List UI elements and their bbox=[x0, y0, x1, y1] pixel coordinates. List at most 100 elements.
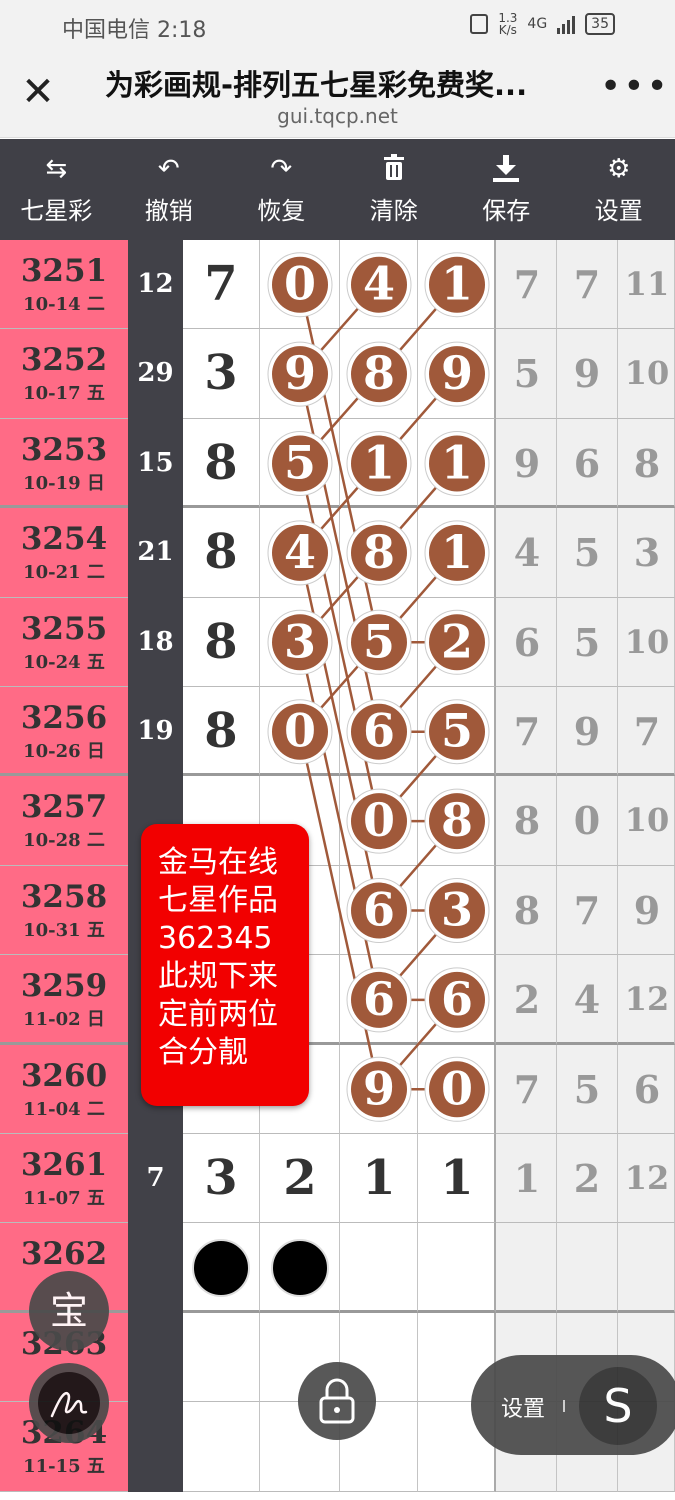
grid-cell[interactable] bbox=[260, 508, 340, 598]
battery-icon: 35 bbox=[585, 13, 615, 35]
tail-value: 7 bbox=[513, 709, 541, 754]
issue-cell: 3257 10-28 二 bbox=[0, 776, 128, 866]
table-row[interactable]: 3252 10-17 五 29 3 5 9 10 bbox=[0, 329, 675, 419]
signal-icon bbox=[557, 14, 576, 34]
table-row[interactable]: 3260 11-04 二 756 bbox=[0, 1044, 675, 1134]
tail-value: 2 bbox=[573, 1156, 601, 1201]
table-row[interactable]: 3251 10-14 二 12 7 7 7 11 bbox=[0, 240, 675, 330]
table-row[interactable]: 3254 10-21 二 21 8 4 5 3 bbox=[0, 508, 675, 598]
grid-cell[interactable] bbox=[418, 687, 496, 777]
grid-cell[interactable] bbox=[418, 240, 496, 330]
s-button[interactable]: S bbox=[579, 1367, 657, 1445]
tail-value: 5 bbox=[573, 530, 601, 576]
table-row[interactable]: 3258 10-31 五 879 bbox=[0, 865, 675, 956]
undo-button[interactable]: ↶ 撤销 bbox=[113, 139, 226, 240]
tail-value: 6 bbox=[573, 440, 601, 486]
grid-cell[interactable] bbox=[260, 418, 340, 509]
tail-value: 4 bbox=[513, 530, 541, 576]
network-speed: 1.3 K/s bbox=[498, 12, 517, 36]
sum-cell: 19 bbox=[128, 687, 183, 777]
save-button[interactable]: 保存 bbox=[450, 139, 563, 240]
tail-value: 4 bbox=[573, 977, 601, 1023]
grid-cell[interactable] bbox=[260, 240, 340, 330]
tail-value: 8 bbox=[513, 887, 541, 933]
save-label: 保存 bbox=[482, 197, 531, 225]
tail-value: 1 bbox=[513, 1156, 541, 1201]
grid-cell[interactable] bbox=[340, 418, 418, 509]
redo-icon: ↷ bbox=[270, 154, 293, 184]
table-row[interactable]: 3261 11-07 五 7 3 2 1 1 1 2 12 bbox=[0, 1134, 675, 1224]
grid-cell[interactable] bbox=[340, 776, 418, 866]
grid-cell[interactable] bbox=[260, 329, 340, 419]
grid-cell[interactable] bbox=[418, 329, 496, 419]
table-row[interactable]: 3255 10-24 五 18 8 6 5 10 bbox=[0, 597, 675, 687]
grid-cell[interactable] bbox=[340, 329, 418, 419]
selected-dot[interactable] bbox=[192, 1239, 250, 1298]
grid-cell[interactable] bbox=[260, 597, 340, 687]
grid-cell[interactable] bbox=[340, 687, 418, 777]
tail-value bbox=[497, 1223, 557, 1312]
table-row[interactable]: 3257 10-28 二 8 0 10 bbox=[0, 776, 675, 866]
sum-cell: 15 bbox=[128, 418, 183, 509]
grid-cell[interactable] bbox=[340, 508, 418, 598]
floating-settings-label[interactable]: 设置 bbox=[501, 1391, 545, 1423]
carrier-time: 中国电信 2:18 bbox=[62, 18, 207, 43]
grid-cell[interactable] bbox=[418, 865, 496, 956]
clear-button[interactable]: 清除 bbox=[338, 139, 451, 240]
issue-number: 3252 bbox=[20, 342, 108, 379]
digit-value: 8 bbox=[204, 703, 238, 759]
grid-cell[interactable] bbox=[418, 776, 496, 866]
grid-cell[interactable] bbox=[340, 865, 418, 956]
grid-cell[interactable] bbox=[340, 955, 418, 1045]
lock-button[interactable] bbox=[298, 1362, 376, 1440]
grid-cell[interactable] bbox=[183, 1402, 260, 1492]
grid-cell[interactable] bbox=[340, 1044, 418, 1134]
status-bar: 中国电信 2:18 1.3 K/s 4G 35 bbox=[0, 0, 675, 50]
tail-value: 8 bbox=[513, 798, 541, 844]
title-bar: ✕ 为彩画规-排列五七星彩免费奖... gui.tqcp.net ••• bbox=[0, 50, 675, 138]
grid-cell[interactable] bbox=[418, 508, 496, 598]
more-icon[interactable]: ••• bbox=[600, 69, 668, 112]
grid-cell[interactable] bbox=[418, 1223, 496, 1313]
grid-cell[interactable] bbox=[183, 1312, 260, 1403]
table-row[interactable]: 3259 11-02 日 2 4 12 bbox=[0, 955, 675, 1045]
issue-cell: 3255 10-24 五 bbox=[0, 597, 128, 687]
table-row[interactable]: 3253 10-19 日 15 8 9 6 8 bbox=[0, 418, 675, 509]
grid-cell[interactable] bbox=[418, 597, 496, 687]
treasure-button[interactable]: 宝 bbox=[29, 1271, 109, 1351]
selected-dot[interactable] bbox=[271, 1239, 329, 1298]
issue-cell: 3259 11-02 日 bbox=[0, 955, 128, 1045]
grid-cell[interactable] bbox=[418, 418, 496, 509]
redo-button[interactable]: ↷ 恢复 bbox=[225, 139, 338, 240]
grid-cell[interactable] bbox=[260, 687, 340, 777]
issue-number: 3258 bbox=[20, 878, 108, 915]
tail-value: 7 bbox=[573, 887, 601, 933]
sum-cell: 7 bbox=[128, 1134, 183, 1224]
settings-button[interactable]: ⚙ 设置 bbox=[563, 139, 675, 240]
table-row[interactable]: 3256 10-26 日 19 8 7 9 7 bbox=[0, 687, 675, 777]
sum-cell: 29 bbox=[128, 329, 183, 419]
note-line: 金马在线 bbox=[158, 845, 278, 880]
grid-cell[interactable] bbox=[418, 1044, 496, 1134]
issue-date: 10-26 日 bbox=[23, 741, 105, 762]
grid-cell[interactable] bbox=[340, 597, 418, 687]
issue-date: 10-17 五 bbox=[23, 383, 105, 405]
tail-value: 7 bbox=[633, 709, 661, 754]
tail-value: 5 bbox=[513, 351, 541, 397]
lock-icon bbox=[319, 1378, 355, 1424]
sum-cell: 12 bbox=[128, 240, 183, 330]
grid-cell[interactable] bbox=[418, 955, 496, 1045]
digit-value: 3 bbox=[204, 345, 238, 402]
tail-value: 11 bbox=[624, 265, 670, 303]
issue-date: 11-15 五 bbox=[23, 1456, 105, 1478]
grid-cell[interactable] bbox=[340, 240, 418, 330]
signature-button[interactable] bbox=[29, 1363, 109, 1443]
signature-icon bbox=[38, 1372, 100, 1434]
tail-value bbox=[617, 1223, 675, 1312]
tail-value: 9 bbox=[573, 351, 601, 397]
lottery-switch-button[interactable]: ⇆ 七星彩 bbox=[0, 139, 113, 240]
annotation-note[interactable]: 金马在线 七星作品 362345 此规下来 定前两位 合分靓 bbox=[141, 824, 309, 1106]
issue-date: 10-14 二 bbox=[23, 294, 105, 315]
tail-value: 6 bbox=[513, 619, 541, 665]
grid-cell[interactable] bbox=[340, 1223, 418, 1313]
